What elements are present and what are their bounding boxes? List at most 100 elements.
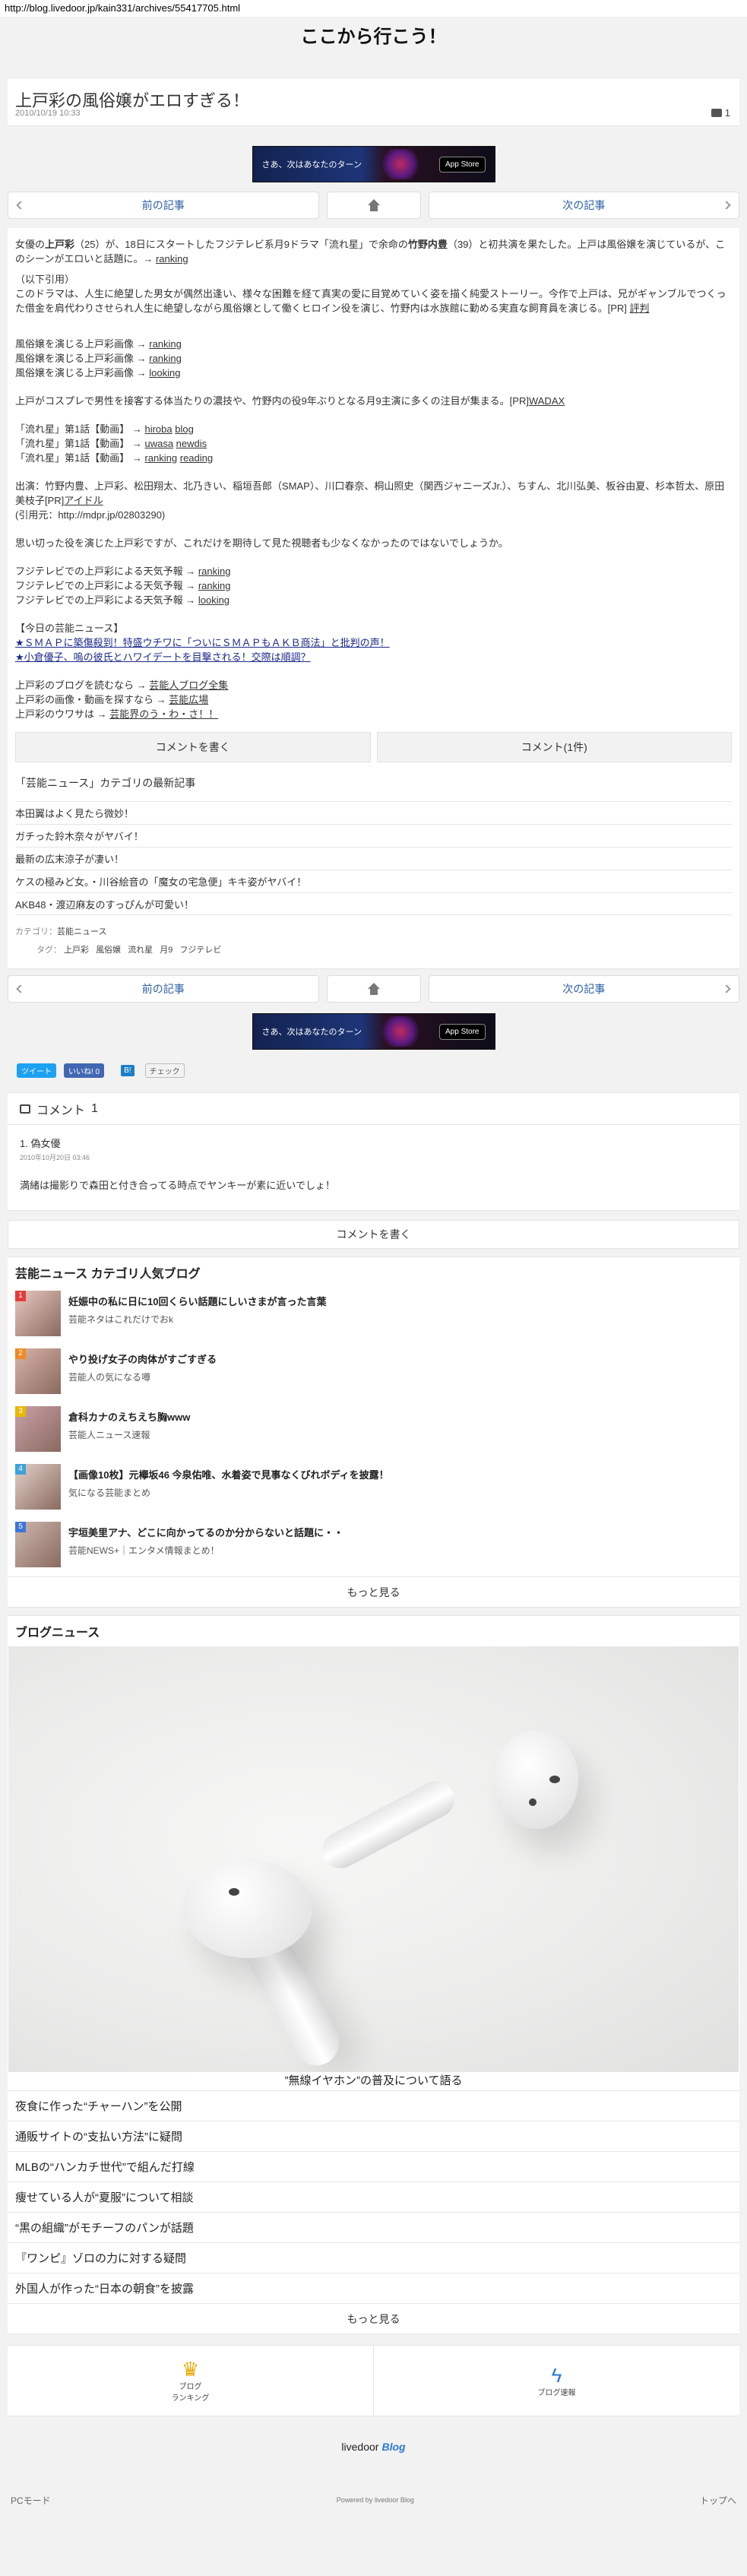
- write-comment-button[interactable]: コメントを書く: [15, 732, 371, 762]
- footer: PCモード Powered by livedoor Blog トップへ: [0, 2477, 747, 2523]
- hatena-bookmark-icon[interactable]: B!: [121, 1064, 135, 1076]
- video-link-hiroba[interactable]: hiroba: [144, 423, 172, 435]
- list-item[interactable]: “黒の組織”がモチーフのパンが話題: [8, 2212, 739, 2242]
- list-item[interactable]: MLBの“ハンカチ世代”で組んだ打線: [8, 2151, 739, 2182]
- ranking-thumbnail[interactable]: 2: [15, 1348, 61, 1394]
- category-latest-list: 本田翼はよく見たら微妙！ ガチった鈴木奈々がヤバイ！ 最新の広末涼子が凄い！ ケ…: [15, 801, 732, 915]
- home-button[interactable]: [326, 975, 421, 1003]
- list-item[interactable]: 通販サイトの“支払い方法”に疑問: [8, 2121, 739, 2151]
- home-button[interactable]: [326, 192, 421, 219]
- comment-author: 1. 偽女優: [20, 1138, 61, 1149]
- ranking-blog-name: 気になる芸能まとめ: [68, 1488, 151, 1498]
- idol-link[interactable]: アイドル: [64, 495, 103, 506]
- ad-image[interactable]: さあ、次はあなたのターン App Store: [252, 146, 495, 182]
- ranking-title[interactable]: 【画像10枚】元欅坂46 今泉佑唯、水着姿で見事なくびれボディを披露！: [68, 1467, 389, 1481]
- comment-date: 2010年10月20日 03:46: [20, 1154, 90, 1161]
- list-item[interactable]: AKB48・渡辺麻友のすっぴんが可愛い！: [15, 892, 732, 915]
- list-item[interactable]: ケスの極みど女。・川谷絵音の「魔女の宅急便」キキ姿がヤバイ！: [15, 870, 732, 892]
- video-link-reading[interactable]: reading: [180, 452, 213, 464]
- ranking-link[interactable]: ranking: [156, 253, 188, 265]
- weather-link-2[interactable]: ranking: [198, 580, 231, 591]
- post-comment-count[interactable]: 1: [711, 107, 730, 119]
- app-store-badge[interactable]: App Store: [439, 156, 486, 173]
- video-link-uwasa[interactable]: uwasa: [144, 438, 173, 449]
- ranking-thumbnail[interactable]: 5: [15, 1522, 61, 1567]
- facebook-like-button[interactable]: いいね! 0: [64, 1063, 105, 1078]
- next-post-button[interactable]: 次の記事: [428, 192, 739, 219]
- article-body: 女優の上戸彩（25）が、18日にスタートしたフジテレビ系月9ドラマ「流れ星」で余…: [8, 228, 739, 969]
- ranking-thumbnail[interactable]: 3: [15, 1406, 61, 1452]
- category-label: カテゴリ：: [15, 927, 57, 936]
- pc-mode-link[interactable]: PCモード: [11, 2494, 51, 2507]
- mixi-check-button[interactable]: チェック: [144, 1063, 185, 1078]
- next-post-button[interactable]: 次の記事: [428, 975, 739, 1003]
- video-link-newdis[interactable]: newdis: [176, 438, 207, 449]
- video-link-ranking[interactable]: ranking: [144, 452, 177, 464]
- news-hero-caption[interactable]: ”無線イヤホン”の普及について語る: [8, 2072, 739, 2090]
- ad-banner[interactable]: さあ、次はあなたのターン App Store: [0, 146, 747, 182]
- list-item[interactable]: 『ワンピ』ゾロの力に対する疑問: [8, 2242, 739, 2273]
- weather-link-1[interactable]: ranking: [198, 566, 231, 577]
- lightning-icon: ϟ: [551, 2363, 562, 2387]
- comment-count-value: 1: [724, 107, 730, 119]
- today-news-link-2[interactable]: ★小倉優子、嗚の彼氏とハワイデートを目撃される！交際は順調？: [15, 651, 311, 663]
- ranking-blog-name: 芸能人ニュース速報: [68, 1430, 150, 1440]
- blog-quick-news-link[interactable]: ϟ ブログ速報: [374, 2346, 739, 2416]
- weather-link-3[interactable]: looking: [198, 594, 229, 606]
- blog-ranking-link[interactable]: ♛ ブログ ランキング: [8, 2346, 374, 2416]
- tag-link[interactable]: 上戸彩: [64, 946, 89, 955]
- list-item[interactable]: 痩せている人が“夏服”について相談: [8, 2182, 739, 2212]
- image-link-3[interactable]: looking: [149, 367, 180, 379]
- tag-link[interactable]: フジテレビ: [179, 946, 221, 955]
- list-item[interactable]: 外国人が作った“日本の朝食”を披露: [8, 2273, 739, 2303]
- bottom-nav: ♛ ブログ ランキング ϟ ブログ速報: [8, 2345, 739, 2416]
- list-item[interactable]: 夜食に作った“チャーハン”を公開: [8, 2090, 739, 2121]
- category-link[interactable]: 芸能ニュース: [57, 927, 106, 936]
- tag-link[interactable]: 月9: [160, 946, 173, 955]
- wadax-link[interactable]: WADAX: [529, 395, 565, 407]
- image-link-1[interactable]: ranking: [149, 338, 182, 350]
- comment-body: 満緒は撮影りで森田と付き合ってる時点でヤンキーが素に近いでしょ！: [20, 1180, 335, 1191]
- tweet-button[interactable]: ツイート: [17, 1063, 56, 1078]
- ranking-item[interactable]: 3 倉科カナのえちえち胸www 芸能人ニュース速報: [8, 1403, 739, 1461]
- app-store-badge[interactable]: App Store: [439, 1023, 486, 1040]
- list-item[interactable]: ガチった鈴木奈々がヤバイ！: [15, 824, 732, 847]
- ranking-thumbnail[interactable]: 1: [15, 1291, 61, 1336]
- list-item[interactable]: 最新の広末涼子が凄い！: [15, 847, 732, 870]
- ad-banner-bottom[interactable]: さあ、次はあなたのターン App Store: [0, 1013, 747, 1050]
- address-bar[interactable]: http://blog.livedoor.jp/kain331/archives…: [0, 0, 747, 17]
- ranking-item[interactable]: 4 【画像10枚】元欅坂46 今泉佑唯、水着姿で見事なくびれボディを披露！ 気になる…: [8, 1461, 739, 1519]
- ad-text: さあ、次はあなたのターン: [261, 160, 362, 170]
- ranking-item[interactable]: 5 宇垣美里アナ、どこに向かってるのか分からないと話題に・・ 芸能NEWS+｜エンタ…: [8, 1519, 739, 1576]
- back-to-top-link[interactable]: トップへ: [700, 2494, 736, 2507]
- category-latest-title: 「芸能ニュース」カテゴリの最新記事: [15, 777, 196, 789]
- ranking-thumbnail[interactable]: 4: [15, 1464, 61, 1510]
- prev-post-button[interactable]: 前の記事: [8, 975, 319, 1003]
- quote-link[interactable]: 評判: [630, 303, 650, 314]
- write-comment-button[interactable]: コメントを書く: [8, 1220, 739, 1249]
- news-hero-image[interactable]: [8, 1646, 739, 2072]
- next-label: 次の記事: [562, 983, 606, 995]
- list-item[interactable]: 本田翼はよく見たら微妙！: [15, 801, 732, 824]
- ranking-item[interactable]: 2 やり投げ女子の肉体がすごすぎる 芸能人の気になる噂: [8, 1345, 739, 1403]
- more-button[interactable]: もっと見る: [8, 2303, 739, 2334]
- geinou-hiroba-link[interactable]: 芸能広場: [169, 694, 208, 705]
- site-title[interactable]: ここから行こう！: [0, 17, 747, 52]
- blog-collection-link[interactable]: 芸能人ブログ全集: [149, 680, 228, 691]
- prev-post-button[interactable]: 前の記事: [8, 192, 319, 219]
- video-link-blog[interactable]: blog: [175, 423, 194, 435]
- more-button[interactable]: もっと見る: [8, 1576, 739, 1607]
- today-news-link-1[interactable]: ★ＳＭＡＰに築傷殺到！特盛ウチワに「ついにＳＭＡＰもＡＫＢ商法」と批判の声！: [15, 637, 390, 648]
- tag-link[interactable]: 風俗嬢: [96, 946, 121, 955]
- ad-image[interactable]: さあ、次はあなたのターン App Store: [252, 1013, 495, 1050]
- ranking-title[interactable]: 宇垣美里アナ、どこに向かってるのか分からないと話題に・・: [68, 1525, 343, 1539]
- geinou-uwasa-link[interactable]: 芸能界のう・わ・さ！！: [109, 708, 218, 720]
- image-link-2[interactable]: ranking: [149, 353, 182, 364]
- ranking-title[interactable]: やり投げ女子の肉体がすごすぎる: [68, 1351, 217, 1366]
- ranking-item[interactable]: 1 妊娠中の私に日に10回くらい話題にしいさまが言った言葉 芸能ネタはこれだけでおk: [8, 1288, 739, 1345]
- view-comments-button[interactable]: コメント(1件): [376, 732, 732, 762]
- livedoor-blog-logo[interactable]: livedoor Blog: [0, 2424, 747, 2470]
- ranking-title[interactable]: 倉科カナのえちえち胸www: [68, 1409, 190, 1424]
- tag-link[interactable]: 流れ星: [128, 946, 153, 955]
- ranking-title[interactable]: 妊娠中の私に日に10回くらい話題にしいさまが言った言葉: [68, 1294, 326, 1308]
